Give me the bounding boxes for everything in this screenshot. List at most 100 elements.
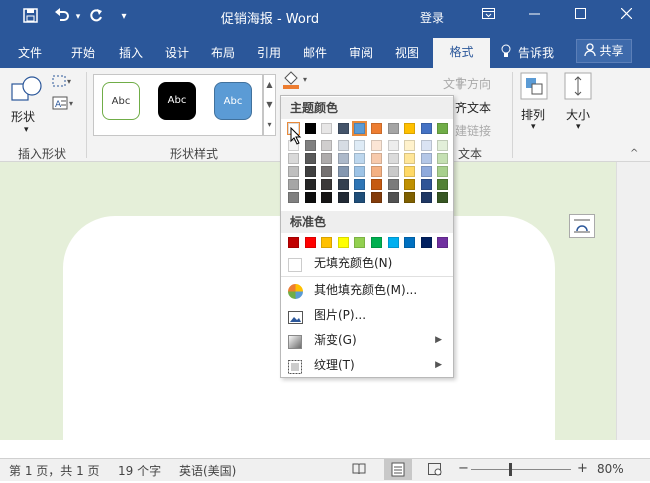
ribbon-display-icon[interactable] xyxy=(476,5,500,27)
theme-shade-swatch[interactable] xyxy=(437,140,449,151)
tell-me-search[interactable]: 告诉我 xyxy=(518,44,554,61)
text-box-icon[interactable]: A ▾ xyxy=(52,96,78,113)
theme-shade-swatch[interactable] xyxy=(371,192,382,203)
theme-shade-swatch[interactable] xyxy=(371,166,382,177)
zoom-in-icon[interactable]: + xyxy=(577,461,588,476)
shapes-icon[interactable] xyxy=(10,74,44,108)
theme-shade-swatch[interactable] xyxy=(304,140,316,151)
theme-shade-swatch[interactable] xyxy=(321,140,333,151)
standard-color-swatch[interactable] xyxy=(387,237,399,248)
zoom-level[interactable]: 80% xyxy=(597,462,624,476)
tab-view[interactable]: 视图 xyxy=(395,44,419,61)
tab-references[interactable]: 引用 xyxy=(257,44,281,61)
theme-shade-swatch[interactable] xyxy=(437,153,449,164)
theme-shade-swatch[interactable] xyxy=(321,192,333,203)
theme-shade-swatch[interactable] xyxy=(321,166,333,177)
align-text-button[interactable]: 齐文本 xyxy=(455,99,491,116)
theme-shade-swatch[interactable] xyxy=(420,140,432,151)
tab-insert[interactable]: 插入 xyxy=(119,44,143,61)
more-fill-colors-item[interactable]: 其他填充颜色(M)... xyxy=(282,278,452,302)
theme-shade-swatch[interactable] xyxy=(354,153,366,164)
page-count[interactable]: 第 1 页，共 1 页 xyxy=(9,462,100,479)
theme-color-swatch[interactable] xyxy=(437,123,449,134)
standard-color-swatch[interactable] xyxy=(304,237,316,248)
theme-shade-swatch[interactable] xyxy=(404,166,416,177)
theme-color-swatch[interactable] xyxy=(337,123,349,134)
theme-shade-swatch[interactable] xyxy=(437,192,449,203)
standard-color-swatch[interactable] xyxy=(321,237,333,248)
create-link-button[interactable]: 建链接 xyxy=(455,122,491,139)
shapes-dropdown-icon[interactable]: ▾ xyxy=(24,125,29,135)
theme-shade-swatch[interactable] xyxy=(420,153,432,164)
theme-shade-swatch[interactable] xyxy=(304,166,316,177)
share-button[interactable]: 共享 xyxy=(576,39,632,63)
theme-color-swatch[interactable] xyxy=(420,123,432,134)
zoom-slider-track[interactable] xyxy=(471,469,571,470)
style-box-outline[interactable]: Abc xyxy=(102,82,140,120)
shape-fill-icon[interactable]: ▾ xyxy=(282,70,312,93)
theme-shade-swatch[interactable] xyxy=(337,192,349,203)
tab-home[interactable]: 开始 xyxy=(71,44,95,61)
theme-shade-swatch[interactable] xyxy=(404,179,416,190)
edit-shape-icon[interactable]: ▾ xyxy=(52,74,74,91)
horizontal-scrollbar[interactable] xyxy=(0,440,650,458)
size-dropdown-icon[interactable]: ▾ xyxy=(576,122,581,132)
theme-color-swatch[interactable] xyxy=(304,123,316,134)
gradient-fill-item[interactable]: 渐变(G) ▶ xyxy=(282,328,452,352)
theme-shade-swatch[interactable] xyxy=(387,166,399,177)
print-layout-icon[interactable] xyxy=(384,459,412,480)
theme-shade-swatch[interactable] xyxy=(404,140,416,151)
shapes-button[interactable]: 形状 xyxy=(11,108,35,125)
standard-color-swatch[interactable] xyxy=(371,237,382,248)
theme-color-swatch[interactable] xyxy=(371,123,382,134)
tab-format[interactable]: 格式 xyxy=(433,38,490,68)
word-count[interactable]: 19 个字 xyxy=(118,462,161,479)
theme-shade-swatch[interactable] xyxy=(337,166,349,177)
theme-shade-swatch[interactable] xyxy=(304,153,316,164)
theme-shade-swatch[interactable] xyxy=(288,166,299,177)
style-box-black[interactable]: Abc xyxy=(158,82,196,120)
style-box-blue[interactable]: Abc xyxy=(214,82,252,120)
picture-fill-item[interactable]: 图片(P)... xyxy=(282,303,452,327)
theme-shade-swatch[interactable] xyxy=(354,140,366,151)
gallery-scroll[interactable]: ▲ ▼ ▾ xyxy=(263,74,276,136)
theme-shade-swatch[interactable] xyxy=(371,153,382,164)
login-link[interactable]: 登录 xyxy=(420,9,444,26)
arrange-button[interactable]: 排列 xyxy=(521,106,545,123)
theme-shade-swatch[interactable] xyxy=(354,166,366,177)
minimize-icon[interactable] xyxy=(522,5,546,27)
theme-shade-swatch[interactable] xyxy=(354,179,366,190)
theme-shade-swatch[interactable] xyxy=(437,179,449,190)
web-layout-icon[interactable] xyxy=(428,463,442,479)
layout-options-icon[interactable] xyxy=(569,214,595,238)
theme-shade-swatch[interactable] xyxy=(371,179,382,190)
theme-color-swatch[interactable] xyxy=(387,123,399,134)
close-icon[interactable] xyxy=(614,5,638,27)
arrange-dropdown-icon[interactable]: ▾ xyxy=(531,122,536,132)
theme-shade-swatch[interactable] xyxy=(321,153,333,164)
arrange-icon[interactable] xyxy=(520,72,548,103)
collapse-ribbon-icon[interactable]: ^ xyxy=(630,148,638,159)
theme-shade-swatch[interactable] xyxy=(288,153,299,164)
theme-shade-swatch[interactable] xyxy=(304,179,316,190)
theme-shade-swatch[interactable] xyxy=(420,166,432,177)
theme-shade-swatch[interactable] xyxy=(387,192,399,203)
zoom-slider-thumb[interactable] xyxy=(508,463,512,476)
standard-color-swatch[interactable] xyxy=(420,237,432,248)
standard-color-swatch[interactable] xyxy=(288,237,299,248)
theme-shade-swatch[interactable] xyxy=(387,153,399,164)
tab-design[interactable]: 设计 xyxy=(165,44,189,61)
theme-color-swatch[interactable] xyxy=(404,123,416,134)
vertical-scrollbar[interactable] xyxy=(616,162,650,440)
texture-fill-item[interactable]: 纹理(T) ▶ xyxy=(282,353,452,377)
theme-shade-swatch[interactable] xyxy=(420,179,432,190)
no-fill-item[interactable]: 无填充颜色(N) xyxy=(282,251,452,275)
theme-shade-swatch[interactable] xyxy=(404,153,416,164)
text-direction-button[interactable]: 文字方向 xyxy=(443,75,491,92)
theme-shade-swatch[interactable] xyxy=(371,140,382,151)
theme-shade-swatch[interactable] xyxy=(387,140,399,151)
maximize-icon[interactable] xyxy=(568,5,592,27)
theme-shade-swatch[interactable] xyxy=(387,179,399,190)
standard-color-swatch[interactable] xyxy=(404,237,416,248)
theme-shade-swatch[interactable] xyxy=(288,192,299,203)
